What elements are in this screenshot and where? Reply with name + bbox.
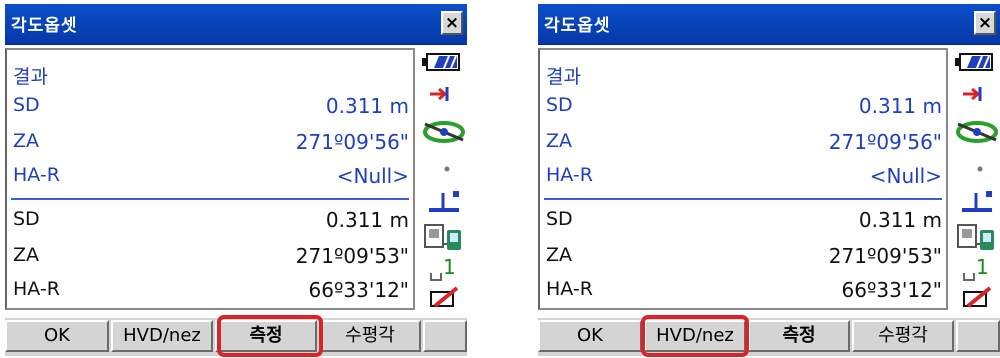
target-prism-icon [430,87,449,101]
section-divider [11,198,409,200]
title-bar: 각도옵셋 × [5,4,467,45]
offset-sd-label: SD [546,208,573,230]
dot-icon [444,166,450,172]
offset-za-value: 271º09'53" [295,244,409,268]
offset-sd-value: 0.311 m [325,208,409,232]
prism-constant-number: 1 [443,255,456,279]
result-panel: 결과 SD 0.311 m ZA 271º09'56" HA-R <Null> … [538,48,948,310]
angle-offset-screen-left: 각도옵셋 × 결과 SD 0.311 m ZA 271º09'56" HA-R … [5,4,467,357]
result-heading-row: 결과 [546,62,942,92]
offset-za-value: 271º09'53" [828,244,942,268]
ok-button[interactable]: OK [5,320,109,352]
result-panel: 결과 SD 0.311 m ZA 271º09'56" HA-R <Null> … [5,48,415,310]
prism-constant-1-icon: 1 [430,255,456,281]
measured-sd-row: SD 0.311 m [546,94,942,124]
hvd-nez-button[interactable]: HVD/nez [111,320,213,352]
section-divider [544,198,942,200]
measured-za-value: 271º09'56" [828,130,942,154]
measured-har-row: HA-R <Null> [13,164,409,194]
measured-za-row: ZA 271º09'56" [546,130,942,160]
close-button[interactable]: × [441,11,463,35]
result-heading: 결과 [546,66,581,88]
edit-icon [430,286,459,308]
measured-sd-row: SD 0.311 m [13,94,409,124]
angle-offset-screen-right: 각도옵셋 × 결과 SD 0.311 m ZA 271º09'56" HA-R … [538,4,1000,357]
controller-link-icon [957,224,994,250]
measured-sd-value: 0.311 m [858,94,942,118]
offset-har-label: HA-R [546,278,593,300]
offset-sd-label: SD [13,208,40,230]
measured-za-value: 271º09'56" [295,130,409,154]
close-button[interactable]: × [974,11,996,35]
measured-za-label: ZA [546,130,573,152]
edit-icon [963,286,992,308]
measured-za-label: ZA [13,130,40,152]
measure-button[interactable]: 측정 [748,320,850,352]
measured-za-row: ZA 271º09'56" [13,130,409,160]
result-heading-row: 결과 [13,62,409,92]
offset-za-label: ZA [546,244,573,266]
measured-sd-label: SD [13,94,40,116]
measured-sd-label: SD [546,94,573,116]
battery-icon [955,53,993,71]
title-bar: 각도옵셋 × [538,4,1000,45]
horizontal-angle-button[interactable]: 수평각 [852,320,954,352]
prism-constant-number: 1 [976,255,989,279]
measure-button[interactable]: 측정 [215,320,317,352]
offset-sd-value: 0.311 m [858,208,942,232]
softkey-bar: OK HVD/nez 측정 수평각 [5,316,467,356]
offset-sd-row: SD 0.311 m [546,208,942,238]
measured-har-row: HA-R <Null> [546,164,942,194]
result-heading: 결과 [13,66,48,88]
offset-har-row: HA-R 66º33'12" [546,278,942,308]
measured-har-value: <Null> [869,164,942,188]
offset-har-label: HA-R [13,278,60,300]
window-title: 각도옵셋 [544,16,611,36]
measured-har-label: HA-R [546,164,593,186]
measured-sd-value: 0.311 m [325,94,409,118]
empty-softkey[interactable] [423,320,467,352]
controller-link-icon [424,224,461,250]
offset-har-value: 66º33'12" [841,278,942,302]
status-icon-column: 1 [417,48,467,310]
softkey-bar: OK HVD/nez 측정 수평각 [538,316,1000,356]
offset-har-row: HA-R 66º33'12" [13,278,409,308]
offset-za-label: ZA [13,244,40,266]
measured-har-label: HA-R [13,164,60,186]
tilt-level-icon [423,121,465,143]
hvd-nez-button[interactable]: HVD/nez [644,320,746,352]
offset-sd-row: SD 0.311 m [13,208,409,238]
stake-point-icon [962,191,992,212]
tilt-level-icon [956,121,998,143]
offset-za-row: ZA 271º09'53" [13,244,409,274]
ok-button[interactable]: OK [538,320,642,352]
horizontal-angle-button[interactable]: 수평각 [319,320,421,352]
offset-har-value: 66º33'12" [308,278,409,302]
prism-constant-1-icon: 1 [963,255,989,281]
status-icon-column: 1 [950,48,1000,310]
measured-har-value: <Null> [336,164,409,188]
offset-za-row: ZA 271º09'53" [546,244,942,274]
empty-softkey[interactable] [956,320,1000,352]
battery-icon [422,53,460,71]
window-title: 각도옵셋 [11,16,78,36]
stake-point-icon [429,191,459,212]
target-prism-icon [963,87,982,101]
dot-icon [977,166,983,172]
